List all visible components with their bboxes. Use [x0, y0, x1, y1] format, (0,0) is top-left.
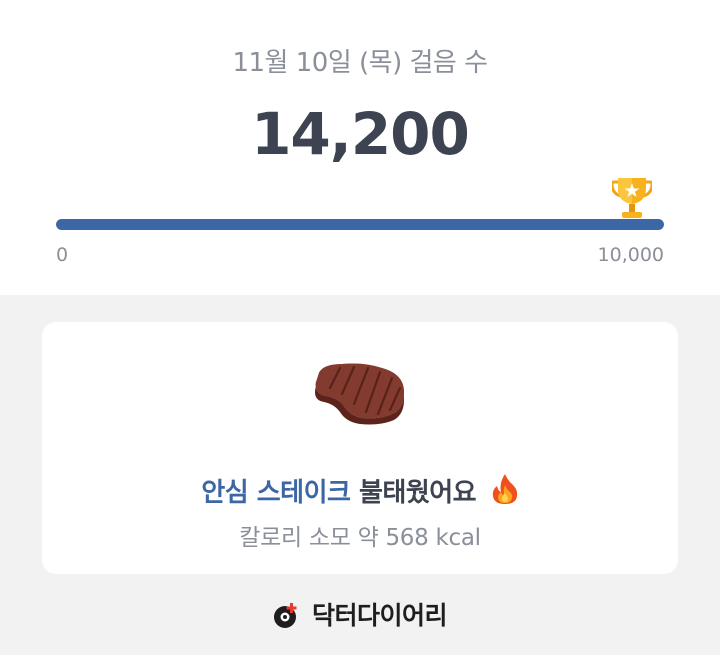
fire-icon [492, 474, 517, 504]
steak-icon [315, 363, 404, 425]
progress-min-label: 0 [56, 244, 69, 266]
burn-text: 불태웠어요 [358, 478, 477, 508]
progress-goal-label: 10,000 [597, 244, 664, 266]
calorie-burned-text: 칼로리 소모 약 568 kcal [239, 525, 481, 551]
steps-progress-fill [56, 219, 664, 230]
date-steps-title: 11월 10일 (목) 걸음 수 [232, 48, 488, 78]
doctor-diary-logo-icon [273, 603, 297, 628]
food-name: 안심 스테이크 [201, 478, 351, 508]
steps-progress-bar [56, 219, 664, 230]
step-count: 14,200 [251, 100, 470, 168]
steps-summary-panel: 11월 10일 (목) 걸음 수 14,200 0 10,000 [0, 0, 720, 295]
calorie-burn-card: 안심 스테이크 불태웠어요 칼로리 소모 약 568 kcal [42, 322, 678, 574]
trophy-icon [612, 178, 652, 218]
brand-name: 닥터다이어리 [312, 601, 448, 630]
brand-footer: 닥터다이어리 [0, 596, 720, 632]
calorie-burn-message: 안심 스테이크 불태웠어요 [42, 472, 678, 509]
